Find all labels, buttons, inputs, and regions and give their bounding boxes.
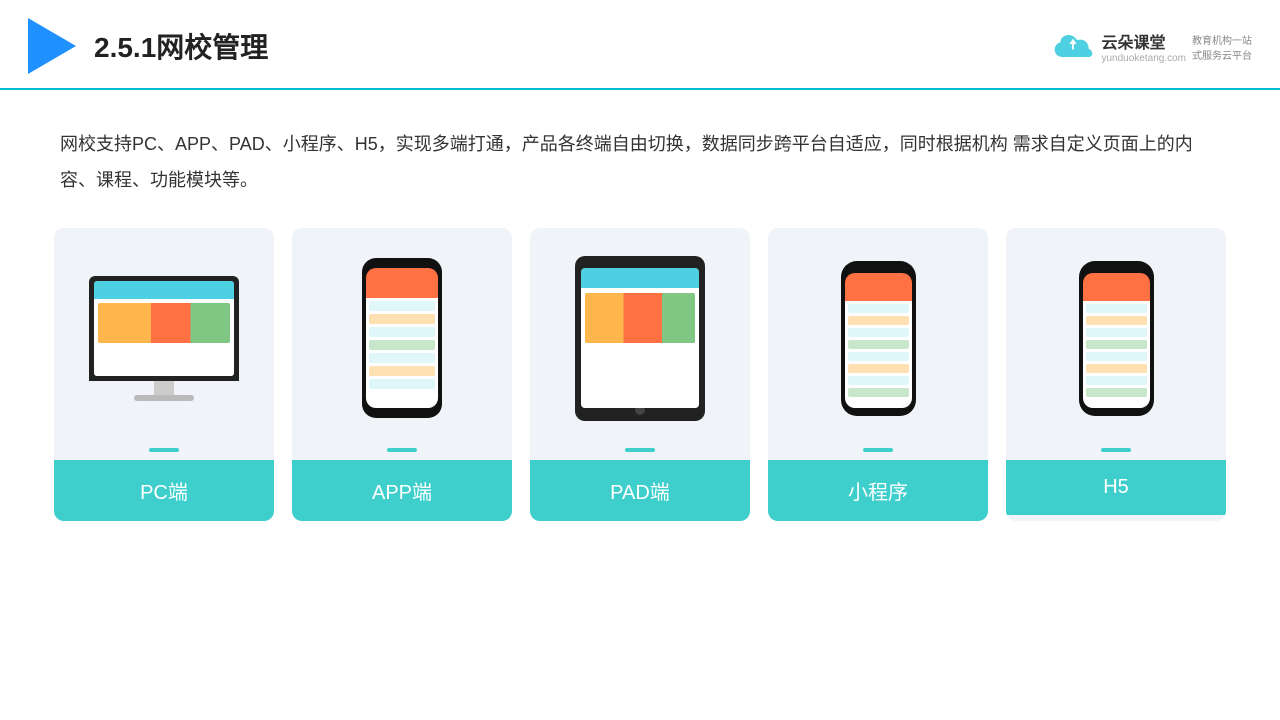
card-h5-image [1006, 228, 1226, 448]
h5-phone-icon [1079, 261, 1154, 416]
tablet-icon [575, 256, 705, 421]
card-dot [863, 448, 893, 452]
card-pad: PAD端 [530, 228, 750, 521]
card-dot [625, 448, 655, 452]
card-h5: H5 [1006, 228, 1226, 521]
brand-name-group: 云朵课堂 yunduoketang.com [1101, 29, 1186, 64]
description-body: 网校支持PC、APP、PAD、小程序、H5，实现多端打通，产品各终端自由切换，数… [60, 134, 1193, 190]
card-app-image [292, 228, 512, 448]
brand-name: 云朵课堂 [1101, 29, 1186, 53]
card-dot [1101, 448, 1131, 452]
cards-section: PC端 APP端 [0, 218, 1280, 521]
description-text: 网校支持PC、APP、PAD、小程序、H5，实现多端打通，产品各终端自由切换，数… [0, 90, 1280, 218]
logo-triangle-icon [28, 18, 76, 74]
header-right: 云朵课堂 yunduoketang.com 教育机构一站式服务云平台 [1051, 29, 1252, 64]
brand-slogan: 教育机构一站式服务云平台 [1192, 32, 1252, 62]
mini-phone-icon [841, 261, 916, 416]
card-pc: PC端 [54, 228, 274, 521]
card-app-label: APP端 [292, 460, 512, 521]
card-pc-label: PC端 [54, 460, 274, 521]
pc-monitor-icon [89, 276, 239, 401]
cloud-icon [1051, 31, 1095, 61]
card-pad-image [530, 228, 750, 448]
card-dot [387, 448, 417, 452]
card-h5-label: H5 [1006, 460, 1226, 515]
brand-url: yunduoketang.com [1101, 53, 1186, 64]
card-miniapp-label: 小程序 [768, 460, 988, 521]
card-miniapp: 小程序 [768, 228, 988, 521]
card-app: APP端 [292, 228, 512, 521]
card-pc-image [54, 228, 274, 448]
brand-logo: 云朵课堂 yunduoketang.com 教育机构一站式服务云平台 [1051, 29, 1252, 64]
header-left: 2.5.1网校管理 [28, 18, 268, 74]
page-title: 2.5.1网校管理 [94, 26, 268, 66]
card-dot [149, 448, 179, 452]
header: 2.5.1网校管理 云朵课堂 yunduoketang.com 教育机构一站式服… [0, 0, 1280, 90]
phone-icon [362, 258, 442, 418]
card-pad-label: PAD端 [530, 460, 750, 521]
card-miniapp-image [768, 228, 988, 448]
